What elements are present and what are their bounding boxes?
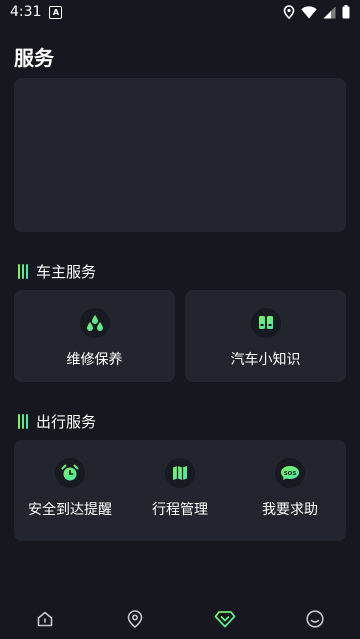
maintenance-tile[interactable]: 维修保养 [14,308,175,369]
book-icon [250,308,281,338]
car-knowledge-tile[interactable]: 汽车小知识 [185,308,346,369]
droplets-icon [79,308,110,338]
alarm-clock-icon [55,458,85,488]
trip-management-label: 行程管理 [152,502,208,518]
sos-icon: SOS [275,458,305,488]
safe-arrival-label: 安全到达提醒 [28,502,112,518]
trip-management-tile[interactable]: 行程管理 [125,458,235,519]
home-icon [37,611,53,626]
smiley-icon [306,609,324,628]
banner[interactable] [14,78,346,232]
status-time: 4:31 [10,4,42,20]
notification-a-icon: A [49,5,63,19]
section-header-owner: 车主服务 [18,261,96,282]
svg-text:SOS: SOS [284,471,297,477]
travel-services-card: 安全到达提醒 行程管理 SOS 我要求助 [14,440,346,541]
tab-profile[interactable] [295,601,335,637]
section-header-travel: 出行服务 [18,411,96,432]
bottom-tab-bar [0,598,360,639]
section-mark-icon [18,414,28,429]
signal-icon [323,6,336,18]
maintenance-label: 维修保养 [66,352,123,368]
tab-location[interactable] [115,601,155,637]
location-icon [127,609,143,628]
location-status-icon [283,5,295,19]
map-icon [165,458,195,488]
tab-home[interactable] [25,601,65,637]
tab-services[interactable] [205,601,245,637]
section-title-owner: 车主服务 [36,263,97,281]
section-mark-icon [18,264,28,279]
maintenance-card[interactable]: 维修保养 [14,290,175,382]
request-help-tile[interactable]: SOS 我要求助 [234,458,346,519]
car-knowledge-label: 汽车小知识 [230,352,301,368]
battery-icon [342,5,350,19]
request-help-label: 我要求助 [262,502,318,518]
diamond-icon [214,610,236,627]
section-title-travel: 出行服务 [36,413,97,431]
status-bar: 4:31 A [0,0,360,24]
safe-arrival-tile[interactable]: 安全到达提醒 [14,458,126,519]
car-knowledge-card[interactable]: 汽车小知识 [185,290,346,382]
wifi-icon [301,5,317,18]
page-title: 服务 [14,46,54,70]
